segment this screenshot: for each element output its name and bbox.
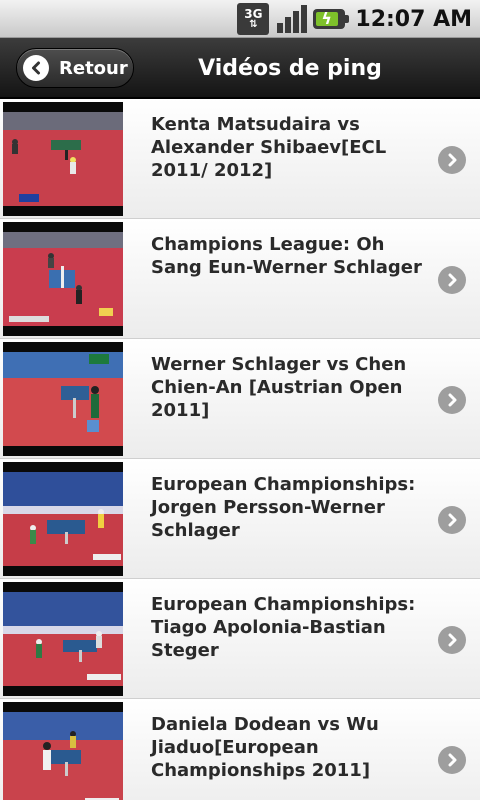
video-title: Werner Schlager vs Chen Chien-An [Austri… [151, 354, 407, 421]
video-thumbnail [3, 342, 123, 456]
status-icons: 3G ⇅ ϟ 12:07 AM [237, 2, 472, 36]
video-thumbnail [3, 222, 123, 336]
video-title: European Championships: Tiago Apolonia-B… [151, 594, 416, 661]
chevron-right-icon[interactable] [438, 386, 466, 414]
video-thumbnail [3, 702, 123, 800]
video-list-item[interactable]: Champions League: Oh Sang Eun-Werner Sch… [0, 219, 480, 339]
battery-charging-icon: ϟ [313, 9, 350, 29]
page-title: Vidéos de ping [198, 55, 382, 81]
video-thumbnail [3, 462, 123, 576]
video-thumbnail [3, 102, 123, 216]
video-title: Daniela Dodean vs Wu Jiaduo[European Cha… [151, 714, 379, 781]
video-list-item[interactable]: European Championships: Tiago Apolonia-B… [0, 579, 480, 699]
chevron-right-icon[interactable] [438, 266, 466, 294]
back-button-label: Retour [59, 57, 128, 79]
chevron-right-icon[interactable] [438, 746, 466, 774]
back-button[interactable]: Retour [16, 48, 134, 88]
data-arrows-icon: ⇅ [249, 19, 258, 30]
video-title: Champions League: Oh Sang Eun-Werner Sch… [151, 234, 422, 278]
video-list-item[interactable]: Kenta Matsudaira vs Alexander Shibaev[EC… [0, 99, 480, 219]
chevron-right-icon[interactable] [438, 146, 466, 174]
chevron-right-icon[interactable] [438, 626, 466, 654]
video-list-item[interactable]: European Championships: Jorgen Persson-W… [0, 459, 480, 579]
chevron-right-icon[interactable] [438, 506, 466, 534]
video-thumbnail [3, 582, 123, 696]
signal-strength-icon [275, 3, 308, 35]
video-title: European Championships: Jorgen Persson-W… [151, 474, 416, 541]
video-list-item[interactable]: Daniela Dodean vs Wu Jiaduo[European Cha… [0, 699, 480, 800]
app-header: Retour Vidéos de ping [0, 38, 480, 98]
video-list-item[interactable]: Werner Schlager vs Chen Chien-An [Austri… [0, 339, 480, 459]
chevron-left-icon [23, 55, 49, 81]
video-title: Kenta Matsudaira vs Alexander Shibaev[EC… [151, 114, 387, 181]
status-clock: 12:07 AM [355, 6, 472, 32]
network-3g-icon: 3G ⇅ [237, 3, 270, 35]
status-bar: 3G ⇅ ϟ 12:07 AM [0, 0, 480, 38]
video-list: Kenta Matsudaira vs Alexander Shibaev[EC… [0, 99, 480, 800]
